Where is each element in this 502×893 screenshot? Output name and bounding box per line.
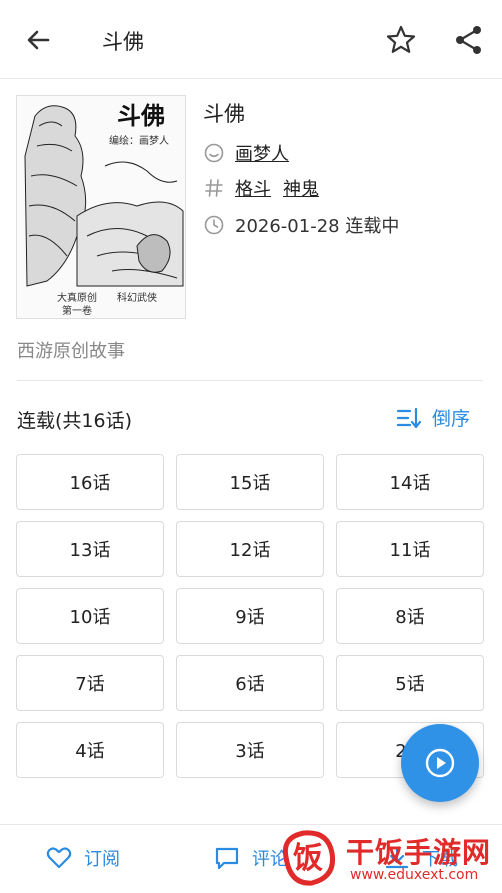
comment-bubble-icon	[215, 847, 239, 870]
chapter-button[interactable]: 10话	[16, 588, 164, 644]
chapter-button[interactable]: 11话	[336, 521, 484, 577]
cover-author: 编绘：画梦人	[109, 134, 169, 147]
chapter-button[interactable]: 12话	[176, 521, 324, 577]
author-link[interactable]: 画梦人	[235, 140, 289, 166]
chapter-count-header: 连载(共16话)	[17, 410, 133, 432]
heart-icon	[46, 847, 72, 869]
author-row: 画梦人	[203, 138, 301, 168]
play-read-button[interactable]	[401, 724, 479, 802]
chapter-button[interactable]: 3话	[176, 722, 324, 778]
tag-link[interactable]: 神鬼	[283, 175, 319, 201]
chapter-button[interactable]: 7话	[16, 655, 164, 711]
chapter-button[interactable]: 14话	[336, 454, 484, 510]
chapter-button[interactable]: 9话	[176, 588, 324, 644]
chapter-button[interactable]: 16话	[16, 454, 164, 510]
cover-tag-right: 科幻武侠	[117, 291, 157, 304]
page-title: 斗佛	[102, 30, 144, 54]
chapter-button[interactable]: 6话	[176, 655, 324, 711]
play-icon	[425, 748, 455, 778]
cover-title: 斗佛	[117, 102, 165, 130]
divider	[17, 380, 483, 381]
cover-tag-left: 大真原创	[57, 291, 97, 304]
clock-icon	[204, 215, 224, 235]
app-bar: 斗佛	[0, 0, 502, 79]
chapter-button[interactable]: 15话	[176, 454, 324, 510]
tags-row: 格斗 神鬼	[203, 173, 331, 203]
sort-order-icon	[396, 407, 422, 428]
sort-reverse-button[interactable]: 倒序	[396, 404, 470, 431]
chapter-button[interactable]: 8话	[336, 588, 484, 644]
subscribe-button[interactable]: 订阅	[46, 845, 120, 871]
watermark-site-name: 干饭手游网	[346, 836, 492, 869]
book-title: 斗佛	[203, 102, 245, 126]
favorite-star-icon[interactable]	[385, 24, 417, 56]
subscribe-label: 订阅	[84, 849, 120, 870]
site-watermark: 饭 干饭手游网 www.eduxext.com	[278, 825, 502, 891]
sort-label: 倒序	[432, 408, 471, 430]
hashtag-icon	[205, 179, 223, 197]
cover-volume: 第一卷	[62, 304, 92, 317]
book-description: 西游原创故事	[17, 341, 125, 362]
share-icon[interactable]	[453, 24, 485, 56]
date-status-text: 2026-01-28 连载中	[235, 216, 400, 237]
watermark-logo-icon: 饭	[282, 830, 336, 886]
watermark-url: www.eduxext.com	[350, 867, 479, 883]
date-row: 2026-01-28 连载中	[203, 210, 399, 240]
tag-link[interactable]: 格斗	[235, 175, 271, 201]
svg-text:饭: 饭	[293, 841, 323, 876]
back-arrow-icon[interactable]	[22, 24, 54, 56]
comment-button[interactable]: 评论	[214, 845, 288, 871]
book-cover-image[interactable]: 斗佛 编绘：画梦人 大真原创 科幻武侠 第一卷	[16, 95, 186, 319]
chapter-button[interactable]: 5话	[336, 655, 484, 711]
chapter-button[interactable]: 4话	[16, 722, 164, 778]
chapter-button[interactable]: 13话	[16, 521, 164, 577]
smiley-face-icon	[204, 143, 224, 163]
